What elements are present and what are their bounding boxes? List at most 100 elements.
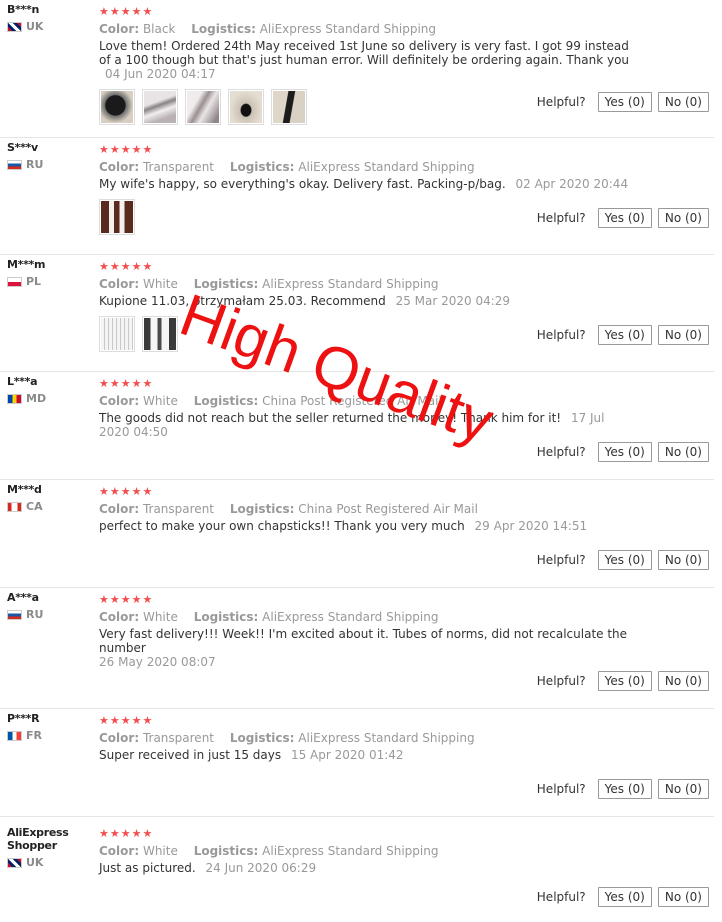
star-rating: ★★★★★ xyxy=(99,593,154,606)
helpful-yes-button[interactable]: Yes (0) xyxy=(597,325,652,345)
review-content: The goods did not reach but the seller r… xyxy=(99,411,562,425)
star-rating: ★★★★★ xyxy=(99,485,154,498)
review-item: L***a MD ★★★★★ Color: White Logistics: C… xyxy=(0,372,714,480)
reviewer-name: A***a xyxy=(7,591,39,604)
helpful-yes-button[interactable]: Yes (0) xyxy=(597,550,652,570)
reviewer-info: M***m PL xyxy=(7,258,87,288)
country-code: RU xyxy=(26,158,44,171)
reviewer-country: UK xyxy=(7,856,87,869)
helpful-controls: Helpful? Yes (0) No (0) xyxy=(537,208,709,228)
helpful-yes-button[interactable]: Yes (0) xyxy=(597,92,652,112)
review-date: 26 May 2020 08:07 xyxy=(99,655,216,669)
logistics-value: AliExpress Standard Shipping xyxy=(259,22,437,36)
review-item: S***v RU ★★★★★ Color: Transparent Logist… xyxy=(0,138,714,255)
helpful-no-button[interactable]: No (0) xyxy=(657,779,709,799)
logistics-key: Logistics: xyxy=(191,22,256,36)
reviewer-info: AliExpress Shopper UK xyxy=(7,826,87,869)
review-attributes: Color: White Logistics: AliExpress Stand… xyxy=(99,277,634,291)
helpful-no-button[interactable]: No (0) xyxy=(657,92,709,112)
logistics-key: Logistics: xyxy=(193,277,259,291)
logistics-value: AliExpress Standard Shipping xyxy=(262,844,439,858)
pl-flag-icon xyxy=(7,276,22,287)
review-photo[interactable] xyxy=(228,89,264,125)
helpful-yes-button[interactable]: Yes (0) xyxy=(597,887,652,907)
helpful-no-button[interactable]: No (0) xyxy=(657,208,709,228)
helpful-yes-button[interactable]: Yes (0) xyxy=(597,671,652,691)
logistics-value: AliExpress Standard Shipping xyxy=(298,160,475,174)
country-code: PL xyxy=(26,275,42,288)
helpful-label: Helpful? xyxy=(536,782,586,796)
reviewer-country: RU xyxy=(7,608,87,621)
review-date: 15 Apr 2020 01:42 xyxy=(290,748,404,762)
review-date: 29 Apr 2020 14:51 xyxy=(474,519,588,533)
helpful-controls: Helpful? Yes (0) No (0) xyxy=(537,779,709,799)
review-attributes: Color: White Logistics: AliExpress Stand… xyxy=(99,610,634,624)
review-attributes: Color: Transparent Logistics: AliExpress… xyxy=(99,731,634,745)
review-attributes: Color: Black Logistics: AliExpress Stand… xyxy=(99,22,634,36)
reviewer-country: MD xyxy=(7,392,87,405)
logistics-key: Logistics: xyxy=(193,394,259,408)
reviewer-name: B***n xyxy=(7,3,39,16)
review-content: perfect to make your own chapsticks!! Th… xyxy=(99,519,465,533)
helpful-yes-button[interactable]: Yes (0) xyxy=(597,779,652,799)
helpful-label: Helpful? xyxy=(536,328,586,342)
color-value: Transparent xyxy=(142,502,214,516)
review-content: Just as pictured. xyxy=(99,861,196,875)
logistics-key: Logistics: xyxy=(229,160,295,174)
helpful-no-button[interactable]: No (0) xyxy=(657,325,709,345)
uk-flag-icon xyxy=(7,21,22,32)
logistics-value: AliExpress Standard Shipping xyxy=(262,277,439,291)
review-photo[interactable] xyxy=(142,89,178,125)
review-photo[interactable] xyxy=(142,316,178,352)
ru-flag-icon xyxy=(7,159,22,170)
star-rating: ★★★★★ xyxy=(99,827,154,840)
color-value: Black xyxy=(142,22,176,36)
reviewer-info: P***R FR xyxy=(7,712,87,742)
helpful-label: Helpful? xyxy=(536,445,586,459)
country-code: MD xyxy=(26,392,47,405)
helpful-no-button[interactable]: No (0) xyxy=(657,442,709,462)
review-text: Very fast delivery!!! Week!! I'm excited… xyxy=(99,627,634,669)
helpful-yes-button[interactable]: Yes (0) xyxy=(597,208,652,228)
color-value: White xyxy=(142,610,178,624)
reviewer-name: AliExpress Shopper xyxy=(7,826,69,852)
review-photo[interactable] xyxy=(271,89,307,125)
helpful-controls: Helpful? Yes (0) No (0) xyxy=(537,671,709,691)
helpful-label: Helpful? xyxy=(536,890,586,904)
reviewer-info: B***n UK xyxy=(7,3,87,33)
review-date: 24 Jun 2020 06:29 xyxy=(205,861,317,875)
helpful-label: Helpful? xyxy=(536,553,586,567)
review-attributes: Color: Transparent Logistics: AliExpress… xyxy=(99,160,634,174)
country-code: UK xyxy=(26,20,44,33)
fr-flag-icon xyxy=(7,730,22,741)
review-text: perfect to make your own chapsticks!! Th… xyxy=(99,519,634,533)
reviewer-name: M***m xyxy=(7,258,46,271)
review-photo[interactable] xyxy=(99,316,135,352)
reviewer-name: S***v xyxy=(7,141,38,154)
review-item: AliExpress Shopper UK ★★★★★ Color: White… xyxy=(0,817,714,922)
reviewer-country: FR xyxy=(7,729,87,742)
helpful-no-button[interactable]: No (0) xyxy=(657,550,709,570)
reviewer-country: PL xyxy=(7,275,87,288)
review-photo[interactable] xyxy=(99,199,135,235)
reviewer-country: UK xyxy=(7,20,87,33)
review-date: 02 Apr 2020 20:44 xyxy=(515,177,629,191)
star-rating: ★★★★★ xyxy=(99,260,154,273)
helpful-controls: Helpful? Yes (0) No (0) xyxy=(537,887,709,907)
helpful-no-button[interactable]: No (0) xyxy=(657,671,709,691)
review-photo[interactable] xyxy=(99,89,135,125)
logistics-value: China Post Registered Air Mail xyxy=(298,502,478,516)
logistics-value: China Post Registered Air Mail xyxy=(262,394,442,408)
reviewer-name: M***d xyxy=(7,483,42,496)
country-code: UK xyxy=(26,856,44,869)
review-item: M***m PL ★★★★★ Color: White Logistics: A… xyxy=(0,255,714,372)
helpful-yes-button[interactable]: Yes (0) xyxy=(597,442,652,462)
helpful-no-button[interactable]: No (0) xyxy=(657,887,709,907)
review-photo[interactable] xyxy=(185,89,221,125)
color-value: White xyxy=(142,277,178,291)
review-content: Love them! Ordered 24th May received 1st… xyxy=(99,39,630,67)
star-rating: ★★★★★ xyxy=(99,377,154,390)
helpful-controls: Helpful? Yes (0) No (0) xyxy=(537,325,709,345)
helpful-controls: Helpful? Yes (0) No (0) xyxy=(537,442,709,462)
review-content: Kupione 11.03, otrzymałam 25.03. Recomme… xyxy=(99,294,386,308)
